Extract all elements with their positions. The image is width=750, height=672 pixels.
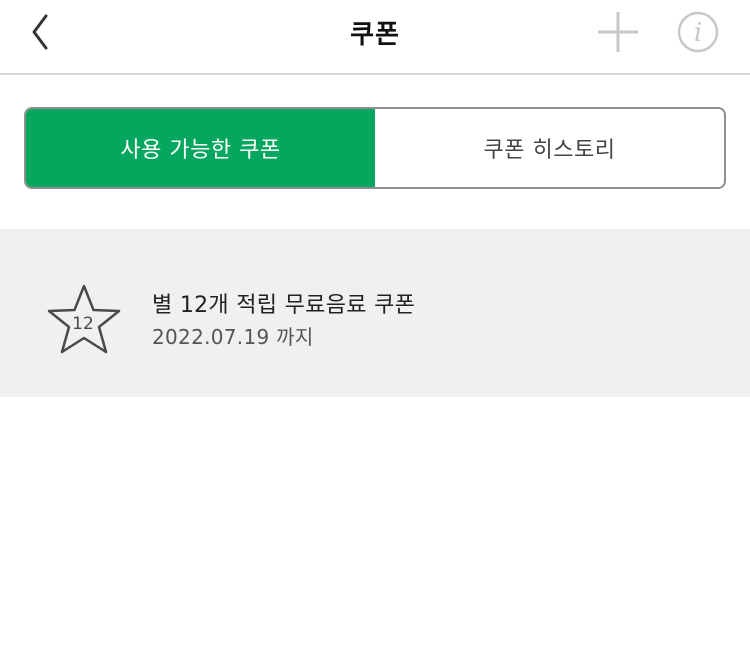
info-button[interactable]: i bbox=[676, 10, 720, 54]
svg-text:i: i bbox=[694, 18, 702, 48]
star-icon: 12 bbox=[46, 283, 122, 355]
info-icon: i bbox=[677, 11, 719, 53]
plus-icon bbox=[598, 12, 638, 52]
header-bar: 쿠폰 i bbox=[0, 0, 750, 75]
coupon-tabs: 사용 가능한 쿠폰 쿠폰 히스토리 bbox=[24, 107, 726, 189]
star-count-label: 12 bbox=[72, 314, 94, 334]
coupon-name: 별 12개 적립 무료음료 쿠폰 bbox=[152, 293, 416, 318]
coupon-item[interactable]: 12 별 12개 적립 무료음료 쿠폰 2022.07.19 까지 bbox=[0, 229, 750, 397]
tab-coupon-history[interactable]: 쿠폰 히스토리 bbox=[375, 109, 724, 187]
coupon-list: 12 별 12개 적립 무료음료 쿠폰 2022.07.19 까지 bbox=[0, 229, 750, 397]
coupon-expiry: 2022.07.19 까지 bbox=[152, 325, 314, 349]
add-coupon-button[interactable] bbox=[596, 10, 640, 54]
tab-available-coupons[interactable]: 사용 가능한 쿠폰 bbox=[26, 109, 375, 187]
